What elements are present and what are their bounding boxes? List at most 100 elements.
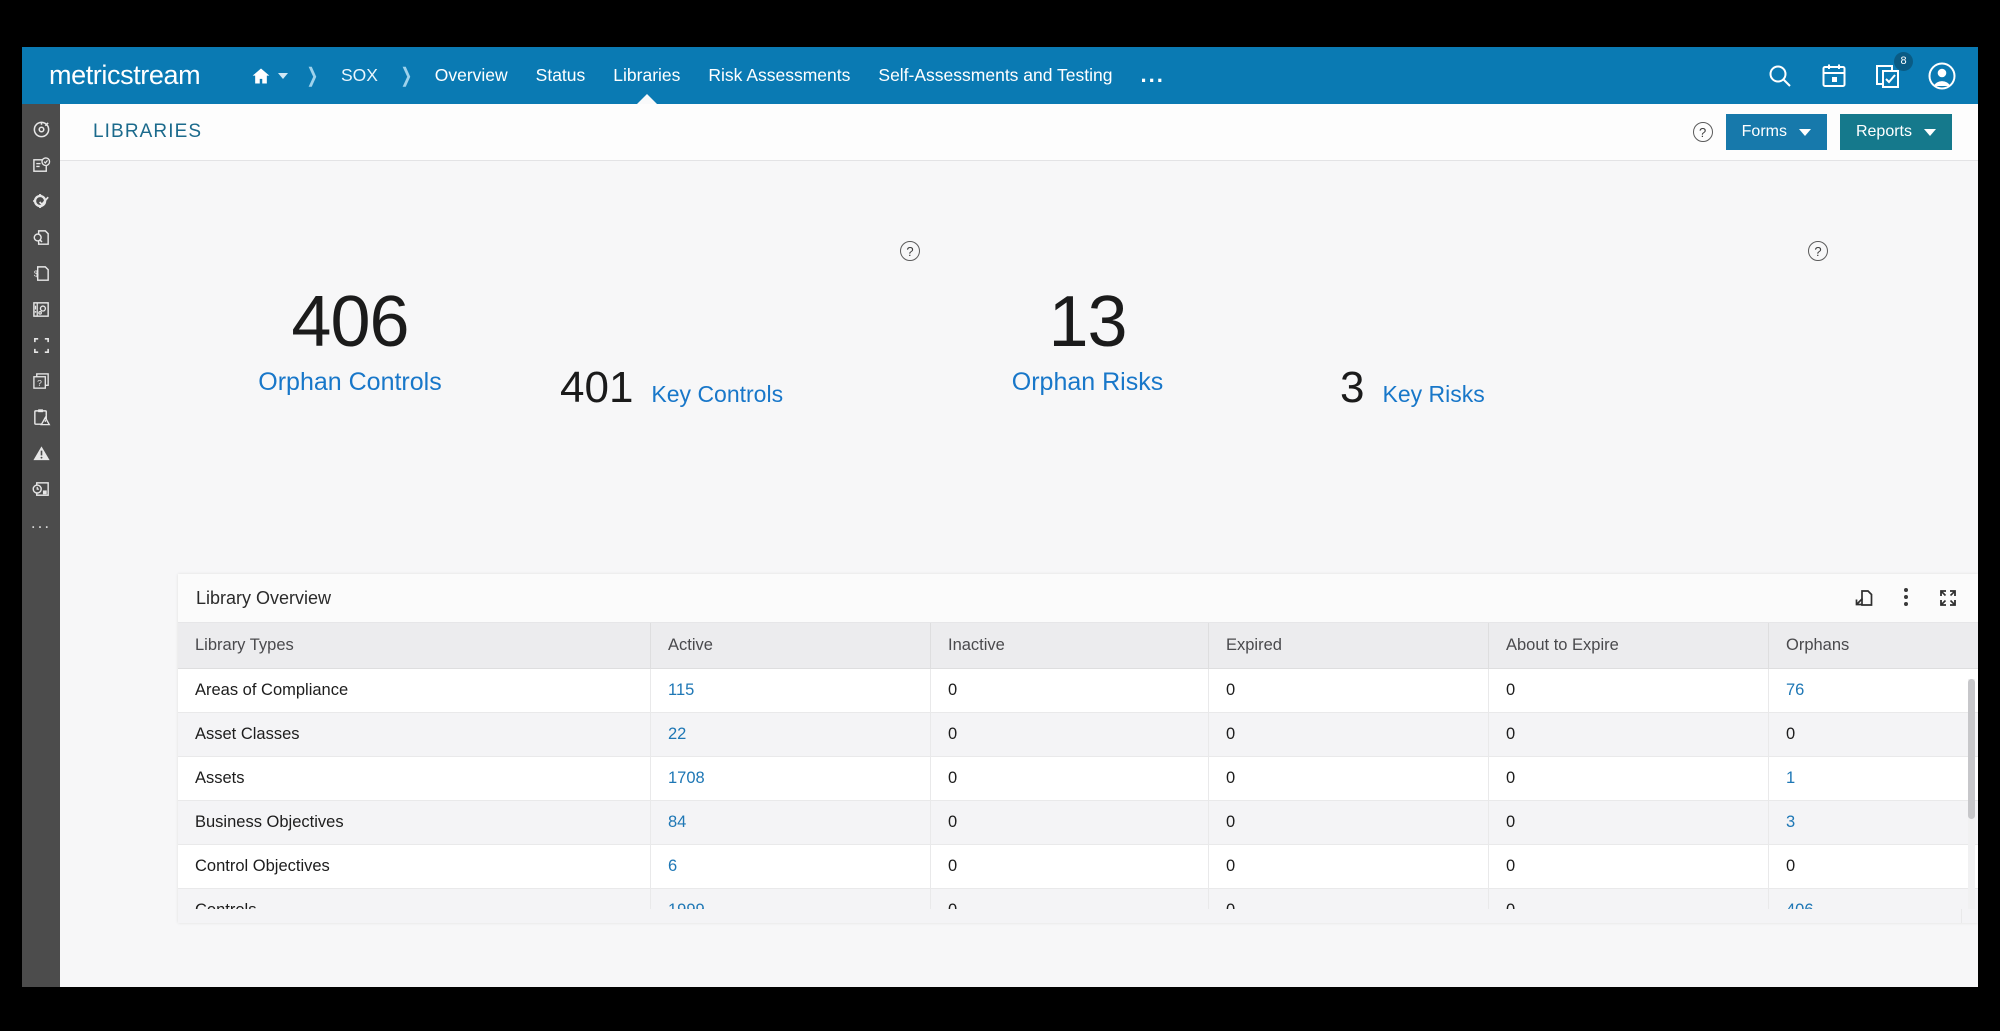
search-icon[interactable] bbox=[1766, 62, 1794, 90]
column-header-expired[interactable]: Expired bbox=[1208, 623, 1489, 669]
brand-logo[interactable]: metricstream bbox=[49, 60, 201, 91]
library-overview-table-wrapper[interactable]: Library Types Active Inactive Expired Ab… bbox=[178, 623, 1978, 923]
column-header-library-types[interactable]: Library Types bbox=[178, 623, 651, 669]
warning-triangle-icon[interactable] bbox=[32, 444, 51, 463]
cell-active[interactable]: 22 bbox=[650, 712, 931, 757]
cell-expired: 0 bbox=[1208, 712, 1489, 757]
gear-check-icon[interactable] bbox=[32, 192, 51, 211]
cell-inactive: 0 bbox=[930, 844, 1209, 889]
kpi-key-controls[interactable]: 401 Key Controls bbox=[560, 366, 783, 410]
cell-inactive: 0 bbox=[930, 756, 1209, 801]
table-body: Areas of Compliance 115 0 0 0 76 Asset Classes… bbox=[178, 668, 1978, 923]
cell-orphans[interactable]: 1 bbox=[1768, 756, 1978, 801]
cell-link[interactable]: 3 bbox=[1786, 813, 1795, 831]
cell-inactive: 0 bbox=[930, 712, 1209, 757]
nav-item-libraries[interactable]: Libraries bbox=[599, 47, 694, 104]
help-circle-icon[interactable]: ? bbox=[1808, 241, 1828, 261]
nav-right-icons: 8 bbox=[1766, 47, 1956, 104]
cell-expired: 0 bbox=[1208, 844, 1489, 889]
kpi-value: 13 bbox=[1048, 282, 1127, 362]
user-avatar-icon[interactable] bbox=[1928, 62, 1956, 90]
column-header-inactive[interactable]: Inactive bbox=[930, 623, 1209, 669]
cell-library-type: Areas of Compliance bbox=[178, 668, 651, 713]
breadcrumb-sox[interactable]: SOX bbox=[327, 47, 392, 104]
kpi-value: 3 bbox=[1340, 363, 1365, 412]
cell-link[interactable]: 76 bbox=[1786, 681, 1804, 699]
kpi-key-risks[interactable]: 3 Key Risks bbox=[1340, 366, 1485, 410]
document-search-icon[interactable] bbox=[32, 228, 51, 247]
cell-link[interactable]: 115 bbox=[668, 681, 694, 699]
page-header-actions: ? Forms Reports bbox=[1692, 114, 1952, 150]
time-document-icon[interactable] bbox=[32, 480, 51, 499]
forms-button[interactable]: Forms bbox=[1725, 114, 1827, 150]
kpi-label[interactable]: Key Risks bbox=[1382, 381, 1484, 408]
cell-about-to-expire: 0 bbox=[1488, 756, 1769, 801]
tasks-badge: 8 bbox=[1894, 51, 1913, 71]
column-header-active[interactable]: Active bbox=[650, 623, 931, 669]
cell-active[interactable]: 115 bbox=[650, 668, 931, 713]
tasks-icon[interactable]: 8 bbox=[1874, 51, 1913, 90]
cell-inactive: 0 bbox=[930, 668, 1209, 713]
chevron-down-icon bbox=[1798, 128, 1811, 136]
issue-settings-icon[interactable] bbox=[32, 300, 51, 319]
cell-about-to-expire: 0 bbox=[1488, 712, 1769, 757]
cell-link[interactable]: 1708 bbox=[668, 769, 705, 787]
table-row: Areas of Compliance 115 0 0 0 76 bbox=[178, 668, 1978, 713]
cell-about-to-expire: 0 bbox=[1488, 844, 1769, 889]
reports-button-label: Reports bbox=[1855, 123, 1912, 140]
cell-active[interactable]: 1708 bbox=[650, 756, 931, 801]
table-partial-row bbox=[178, 909, 1962, 923]
question-documents-icon[interactable]: ? bbox=[32, 372, 51, 391]
home-icon bbox=[250, 66, 272, 86]
table-row: Assets 1708 0 0 0 1 bbox=[178, 756, 1978, 801]
cell-orphans: 0 bbox=[1768, 844, 1978, 889]
help-circle-icon[interactable]: ? bbox=[1692, 122, 1713, 142]
kpi-label[interactable]: Orphan Risks bbox=[975, 368, 1200, 397]
cell-expired: 0 bbox=[1208, 668, 1489, 713]
scan-frame-icon[interactable] bbox=[32, 336, 51, 355]
cell-link[interactable]: 1 bbox=[1786, 769, 1795, 787]
cell-about-to-expire: 0 bbox=[1488, 800, 1769, 845]
cell-orphans: 0 bbox=[1768, 712, 1978, 757]
column-header-orphans[interactable]: Orphans bbox=[1768, 623, 1978, 669]
invoice-icon[interactable]: $ bbox=[32, 264, 51, 283]
report-check-icon[interactable] bbox=[32, 156, 51, 175]
kpi-orphan-controls[interactable]: 406 Orphan Controls bbox=[235, 286, 465, 397]
target-icon[interactable] bbox=[32, 120, 51, 139]
chevron-down-icon bbox=[1924, 128, 1936, 136]
library-overview-table: Library Types Active Inactive Expired Ab… bbox=[178, 623, 1978, 923]
kpi-label[interactable]: Key Controls bbox=[651, 381, 783, 408]
rail-more-button[interactable]: ... bbox=[31, 514, 51, 530]
calendar-icon[interactable] bbox=[1820, 62, 1848, 90]
nav-item-overview[interactable]: Overview bbox=[421, 47, 522, 104]
nav-item-risk-assessments[interactable]: Risk Assessments bbox=[694, 47, 864, 104]
cell-link[interactable]: 84 bbox=[668, 813, 686, 831]
kpi-orphan-risks[interactable]: 13 Orphan Risks bbox=[975, 286, 1200, 397]
nav-item-self-assessments-and-testing[interactable]: Self-Assessments and Testing bbox=[864, 47, 1126, 104]
help-circle-icon[interactable]: ? bbox=[900, 241, 920, 261]
home-menu-button[interactable] bbox=[240, 47, 298, 104]
nav-overflow-button[interactable]: ... bbox=[1127, 47, 1179, 104]
cell-link[interactable]: 6 bbox=[668, 857, 677, 875]
cell-orphans[interactable]: 3 bbox=[1768, 800, 1978, 845]
cell-link[interactable]: 22 bbox=[668, 725, 686, 743]
nav-item-status[interactable]: Status bbox=[522, 47, 600, 104]
more-options-icon[interactable] bbox=[1896, 588, 1916, 608]
cell-active[interactable]: 84 bbox=[650, 800, 931, 845]
cell-orphans[interactable]: 76 bbox=[1768, 668, 1978, 713]
card-title: Library Overview bbox=[196, 587, 332, 608]
cell-library-type: Asset Classes bbox=[178, 712, 651, 757]
reports-button[interactable]: Reports bbox=[1839, 114, 1952, 150]
svg-text:$: $ bbox=[33, 268, 38, 278]
cell-library-type: Assets bbox=[178, 756, 651, 801]
top-navigation-bar: metricstream ❯ SOX ❯ Overview Status Lib… bbox=[22, 47, 1978, 104]
table-row: Asset Classes 22 0 0 0 0 bbox=[178, 712, 1978, 757]
kpi-label[interactable]: Orphan Controls bbox=[235, 368, 465, 397]
table-scrollbar-thumb[interactable] bbox=[1968, 679, 1975, 819]
forms-button-label: Forms bbox=[1741, 123, 1787, 140]
clipboard-alert-icon[interactable] bbox=[32, 408, 51, 427]
cell-active[interactable]: 6 bbox=[650, 844, 931, 889]
export-icon[interactable] bbox=[1854, 588, 1874, 608]
column-header-about-to-expire[interactable]: About to Expire bbox=[1488, 623, 1769, 669]
expand-icon[interactable] bbox=[1938, 588, 1958, 608]
